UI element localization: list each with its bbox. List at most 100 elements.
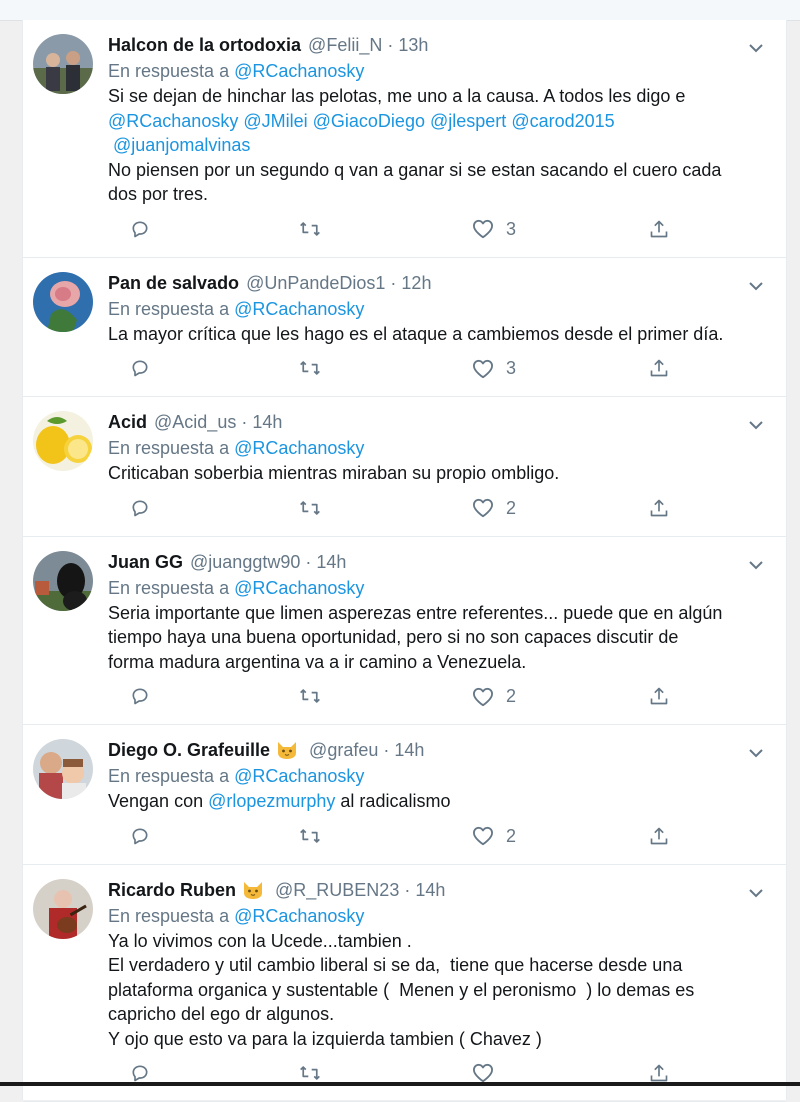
like-button[interactable]: 2 xyxy=(460,498,516,519)
chevron-down-icon[interactable] xyxy=(748,557,764,573)
tweet[interactable]: Pan de salvado@UnPandeDios1·12hEn respue… xyxy=(23,258,786,398)
mention-link[interactable]: @RCachanosky xyxy=(108,111,238,131)
timestamp[interactable]: 14h xyxy=(415,877,445,903)
tweet-header: Acid @Acid_us·14h xyxy=(108,409,770,435)
reply-context: En respuesta a @RCachanosky xyxy=(108,58,770,84)
tweet-text-line: capricho del ego dr algunos. xyxy=(108,1002,770,1027)
tweet-text: Ya lo vivimos con la Ucede...tambien .El… xyxy=(108,929,770,1052)
text-segment: No piensen por un segundo q van a ganar … xyxy=(108,160,721,180)
user-name[interactable]: Juan GG xyxy=(108,549,183,575)
user-handle[interactable]: @Felii_N xyxy=(308,32,382,58)
user-handle[interactable]: @Acid_us xyxy=(154,409,236,435)
user-handle[interactable]: @UnPandeDios1 xyxy=(246,270,385,296)
text-segment: Y ojo que esto va para la izquierda tamb… xyxy=(108,1029,542,1049)
chevron-down-icon[interactable] xyxy=(748,885,764,901)
reply-button[interactable] xyxy=(118,826,150,846)
chevron-down-icon[interactable] xyxy=(748,417,764,433)
share-button[interactable] xyxy=(637,358,669,378)
tweet[interactable]: Ricardo Ruben@R_RUBEN23·14hEn respuesta … xyxy=(23,865,786,1102)
tweet[interactable]: Acid@Acid_us·14hEn respuesta a @RCachano… xyxy=(23,397,786,537)
like-button[interactable]: 3 xyxy=(460,219,516,240)
text-segment: El verdadero y util cambio liberal si se… xyxy=(108,955,682,975)
timestamp[interactable]: 14h xyxy=(316,549,346,575)
mention-link[interactable]: @JMilei xyxy=(243,111,307,131)
timestamp[interactable]: 14h xyxy=(252,409,282,435)
reply-context: En respuesta a @RCachanosky xyxy=(108,575,770,601)
text-segment: Seria importante que limen asperezas ent… xyxy=(108,603,722,623)
separator-dot: · xyxy=(387,32,393,58)
text-segment: La mayor crítica que les hago es el ataq… xyxy=(108,324,723,344)
window-bottom-edge xyxy=(0,1082,800,1086)
avatar[interactable] xyxy=(33,879,93,939)
chevron-down-icon[interactable] xyxy=(748,278,764,294)
like-button[interactable] xyxy=(460,1063,494,1083)
tweet-text: Criticaban soberbia mientras miraban su … xyxy=(108,461,770,486)
user-name[interactable]: Pan de salvado xyxy=(108,270,239,296)
retweet-button[interactable] xyxy=(287,1063,321,1083)
reply-button[interactable] xyxy=(118,498,150,518)
avatar[interactable] xyxy=(33,411,93,471)
share-button[interactable] xyxy=(637,219,669,239)
user-name[interactable]: Ricardo Ruben xyxy=(108,877,236,903)
like-button[interactable]: 3 xyxy=(460,358,516,379)
timestamp[interactable]: 12h xyxy=(401,270,431,296)
reply-target-link[interactable]: @RCachanosky xyxy=(234,438,364,458)
tweet[interactable]: Diego O. Grafeuille@grafeu·14hEn respues… xyxy=(23,725,786,865)
user-name[interactable]: Halcon de la ortodoxia xyxy=(108,32,301,58)
reply-button[interactable] xyxy=(118,219,150,239)
user-handle[interactable]: @juanggtw90 xyxy=(190,549,300,575)
user-handle[interactable]: @R_RUBEN23 xyxy=(275,877,399,903)
text-segment: forma madura argentina va a ir camino a … xyxy=(108,652,526,672)
reply-target-link[interactable]: @RCachanosky xyxy=(234,578,364,598)
tweet-text-line: Si se dejan de hinchar las pelotas, me u… xyxy=(108,84,770,109)
tweet[interactable]: Juan GG@juanggtw90·14hEn respuesta a @RC… xyxy=(23,537,786,726)
reply-button[interactable] xyxy=(118,686,150,706)
retweet-button[interactable] xyxy=(287,826,321,846)
timestamp[interactable]: 14h xyxy=(394,737,424,763)
reply-target-link[interactable]: @RCachanosky xyxy=(234,61,364,81)
like-button[interactable]: 2 xyxy=(460,826,516,847)
like-button[interactable]: 2 xyxy=(460,686,516,707)
mention-link[interactable]: @juanjomalvinas xyxy=(113,135,250,155)
avatar[interactable] xyxy=(33,551,93,611)
share-button[interactable] xyxy=(637,498,669,518)
avatar[interactable] xyxy=(33,272,93,332)
tweet-actions: 2 xyxy=(108,674,770,724)
share-button[interactable] xyxy=(637,686,669,706)
reply-target-link[interactable]: @RCachanosky xyxy=(234,299,364,319)
tweet-text-line: @RCachanosky @JMilei @GiacoDiego @jlespe… xyxy=(108,109,770,134)
tweet-text-line: No piensen por un segundo q van a ganar … xyxy=(108,158,770,183)
like-count: 2 xyxy=(506,686,516,707)
timestamp[interactable]: 13h xyxy=(398,32,428,58)
mention-link[interactable]: @jlespert xyxy=(430,111,506,131)
user-name[interactable]: Acid xyxy=(108,409,147,435)
reply-button[interactable] xyxy=(118,358,150,378)
retweet-button[interactable] xyxy=(287,686,321,706)
avatar[interactable] xyxy=(33,739,93,799)
chevron-down-icon[interactable] xyxy=(748,40,764,56)
tweet-header: Juan GG@juanggtw90·14h xyxy=(108,549,770,575)
tweet-text-line: La mayor crítica que les hago es el ataq… xyxy=(108,322,770,347)
tweet-header: Ricardo Ruben@R_RUBEN23·14h xyxy=(108,877,770,903)
tweet-text-line: Ya lo vivimos con la Ucede...tambien . xyxy=(108,929,770,954)
reply-target-link[interactable]: @RCachanosky xyxy=(234,766,364,786)
tweet-actions: 3 xyxy=(108,346,770,396)
mention-link[interactable]: @rlopezmurphy xyxy=(208,791,335,811)
reply-context: En respuesta a @RCachanosky xyxy=(108,296,770,322)
separator-dot: · xyxy=(241,409,247,435)
user-name[interactable]: Diego O. Grafeuille xyxy=(108,737,270,763)
reply-target-link[interactable]: @RCachanosky xyxy=(234,906,364,926)
reply-button[interactable] xyxy=(118,1063,150,1083)
user-handle[interactable]: @grafeu xyxy=(309,737,378,763)
tweet[interactable]: Halcon de la ortodoxia @Felii_N·13hEn res… xyxy=(23,20,786,258)
mention-link[interactable]: @carod2015 xyxy=(511,111,614,131)
retweet-button[interactable] xyxy=(287,219,321,239)
reply-icon xyxy=(130,219,150,239)
mention-link[interactable]: @GiacoDiego xyxy=(313,111,425,131)
share-button[interactable] xyxy=(637,826,669,846)
retweet-button[interactable] xyxy=(287,498,321,518)
avatar[interactable] xyxy=(33,34,93,94)
chevron-down-icon[interactable] xyxy=(748,745,764,761)
share-button[interactable] xyxy=(637,1063,669,1083)
retweet-button[interactable] xyxy=(287,358,321,378)
